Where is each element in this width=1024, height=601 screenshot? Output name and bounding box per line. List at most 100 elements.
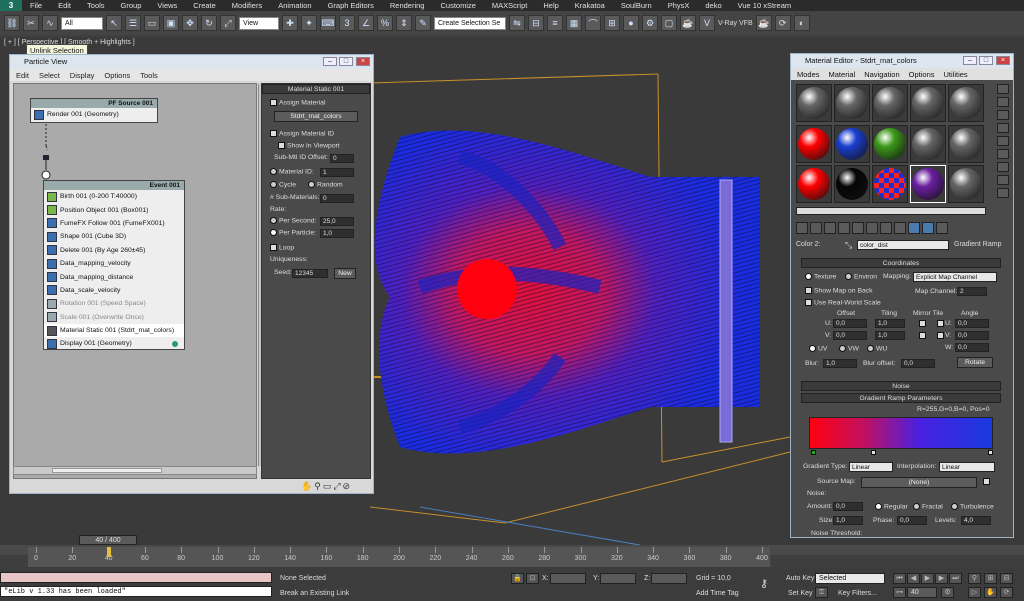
- new-seed-button[interactable]: New: [334, 268, 356, 279]
- turbulence-radio[interactable]: Turbulence: [951, 503, 994, 510]
- u-offset-field[interactable]: 0,0: [833, 319, 867, 328]
- pv-menu-options[interactable]: Options: [104, 71, 130, 80]
- graphite-tools-icon[interactable]: ▦: [566, 15, 582, 31]
- teapot-render-icon[interactable]: ☕: [755, 15, 772, 31]
- menu-create[interactable]: Create: [185, 0, 224, 11]
- gradient-ramp-rollout-header[interactable]: Gradient Ramp Parameters: [801, 393, 1001, 403]
- me-menu-options[interactable]: Options: [909, 70, 935, 79]
- material-id-radio[interactable]: Material ID:: [270, 168, 314, 175]
- material-slot[interactable]: [910, 84, 946, 122]
- show-in-viewport-checkbox[interactable]: Show In Viewport: [278, 142, 340, 149]
- menu-rendering[interactable]: Rendering: [382, 0, 433, 11]
- rotate-button[interactable]: Rotate: [957, 357, 993, 368]
- me-menu-utilities[interactable]: Utilities: [944, 70, 968, 79]
- select-and-rotate-icon[interactable]: ↻: [201, 15, 217, 31]
- menu-group[interactable]: Group: [113, 0, 150, 11]
- field-of-view-icon[interactable]: ▷: [968, 587, 981, 598]
- zoom-icon[interactable]: ⚲: [314, 481, 321, 492]
- pivot-center-icon[interactable]: ✚: [282, 15, 298, 31]
- operator-row[interactable]: Rotation 001 (Speed Space): [44, 297, 184, 310]
- fractal-radio[interactable]: Fractal: [913, 503, 943, 510]
- select-and-move-icon[interactable]: ✥: [182, 15, 198, 31]
- make-preview-icon[interactable]: [997, 149, 1009, 159]
- wu-radio[interactable]: WU: [867, 345, 887, 352]
- flag-green-icon[interactable]: [811, 450, 816, 455]
- environ-radio[interactable]: Environ: [845, 273, 877, 280]
- real-world-scale-checkbox[interactable]: Use Real-World Scale: [805, 299, 881, 306]
- menu-vue-10-xstream[interactable]: Vue 10 xStream: [730, 0, 800, 11]
- texture-radio[interactable]: Texture: [805, 273, 836, 280]
- map-type-button[interactable]: Gradient Ramp: [954, 241, 1001, 248]
- material-slot[interactable]: [796, 165, 832, 204]
- vray-vfb-label[interactable]: V-Ray VFB: [718, 20, 753, 27]
- material-button[interactable]: Stdrt_mat_colors: [274, 111, 358, 122]
- reference-coordinate-dropdown[interactable]: View: [239, 16, 279, 30]
- add-time-tag[interactable]: Add Time Tag: [696, 590, 739, 597]
- num-sub-materials-field[interactable]: 0: [320, 194, 354, 203]
- close-icon[interactable]: ×: [356, 57, 370, 66]
- pick-material-icon[interactable]: ⤡: [845, 240, 852, 251]
- material-slot[interactable]: [796, 124, 832, 163]
- menu-graph-editors[interactable]: Graph Editors: [320, 0, 382, 11]
- absolute-mode-icon[interactable]: ⊡: [526, 573, 539, 584]
- menu-animation[interactable]: Animation: [270, 0, 319, 11]
- material-editor-titlebar[interactable]: Material Editor - Stdrt_mat_colors – □ ×: [791, 54, 1013, 68]
- v-tiling-field[interactable]: 1,0: [875, 331, 905, 340]
- v-mirror-checkbox[interactable]: [919, 332, 928, 339]
- random-radio[interactable]: Random: [308, 181, 343, 188]
- go-to-end-icon[interactable]: ⏭: [949, 573, 962, 584]
- material-slot[interactable]: [948, 84, 984, 122]
- material-slot[interactable]: [910, 165, 946, 204]
- source-map-checkbox[interactable]: [983, 478, 992, 485]
- per-second-radio[interactable]: Per Second:: [270, 217, 316, 224]
- operator-row[interactable]: Render 001 (Geometry): [31, 108, 157, 121]
- pv-menu-display[interactable]: Display: [70, 71, 95, 80]
- current-frame-marker[interactable]: [106, 547, 111, 557]
- maximize-icon[interactable]: □: [339, 57, 353, 66]
- vw-radio[interactable]: VW: [839, 345, 859, 352]
- me-menu-modes[interactable]: Modes: [797, 70, 820, 79]
- current-frame-field[interactable]: 40: [907, 587, 937, 598]
- show-end-result-icon[interactable]: [908, 222, 920, 234]
- auto-key-dropdown[interactable]: Selected: [815, 573, 885, 584]
- menu-file[interactable]: File: [22, 0, 50, 11]
- material-slot[interactable]: [948, 165, 984, 204]
- active-shade-icon[interactable]: ◐: [793, 15, 810, 31]
- go-forward-to-sibling-icon[interactable]: [936, 222, 948, 234]
- operator-row[interactable]: Shape 001 (Cube 3D): [44, 230, 184, 243]
- blur-offset-field[interactable]: 0,0: [901, 359, 935, 368]
- operator-row[interactable]: Scale 001 (Overwrite Once): [44, 311, 184, 324]
- material-slot[interactable]: [834, 124, 870, 163]
- bind-space-warp-icon[interactable]: ∿: [42, 15, 58, 31]
- minimize-icon[interactable]: –: [323, 57, 337, 66]
- menu-physx[interactable]: PhysX: [660, 0, 698, 11]
- zoom-extents-all-icon[interactable]: ⊟: [1000, 573, 1013, 584]
- select-manipulate-icon[interactable]: ✦: [301, 15, 317, 31]
- select-and-scale-icon[interactable]: ⤢: [220, 15, 236, 31]
- app-logo-icon[interactable]: 3: [0, 0, 22, 11]
- assign-material-id-checkbox[interactable]: Assign Material ID: [270, 130, 334, 137]
- sub-mtl-id-offset-field[interactable]: 0: [330, 154, 354, 163]
- material-id-channel-icon[interactable]: [880, 222, 892, 234]
- go-to-parent-icon[interactable]: [922, 222, 934, 234]
- regular-radio[interactable]: Regular: [875, 503, 908, 510]
- scroll-thumb[interactable]: [52, 468, 162, 473]
- track-bar[interactable]: 0 20 40 60 80 100 120 140 160 180 200 220 240 260 280 3…: [28, 547, 770, 567]
- material-slot[interactable]: [910, 124, 946, 163]
- make-unique-icon[interactable]: [852, 222, 864, 234]
- no-zoom-icon[interactable]: ⊘: [343, 481, 351, 492]
- menu-modifiers[interactable]: Modifiers: [224, 0, 270, 11]
- snaps-toggle-icon[interactable]: 3: [339, 15, 355, 31]
- go-to-start-icon[interactable]: ⏮: [893, 573, 906, 584]
- per-particle-field[interactable]: 1,0: [320, 229, 354, 238]
- map-name-field[interactable]: color_dist: [857, 240, 949, 250]
- operator-row[interactable]: Delete 001 (By Age 260±45): [44, 244, 184, 257]
- menu-edit[interactable]: Edit: [50, 0, 79, 11]
- video-color-check-icon[interactable]: [997, 136, 1009, 146]
- material-slot[interactable]: [872, 165, 908, 204]
- uv-radio[interactable]: UV: [809, 345, 827, 352]
- assign-material-checkbox[interactable]: Assign Material: [270, 99, 325, 106]
- spinner-snap-icon[interactable]: ⇕: [396, 15, 412, 31]
- time-config-icon[interactable]: ⚙: [941, 587, 954, 598]
- slots-scrollbar[interactable]: [796, 207, 986, 215]
